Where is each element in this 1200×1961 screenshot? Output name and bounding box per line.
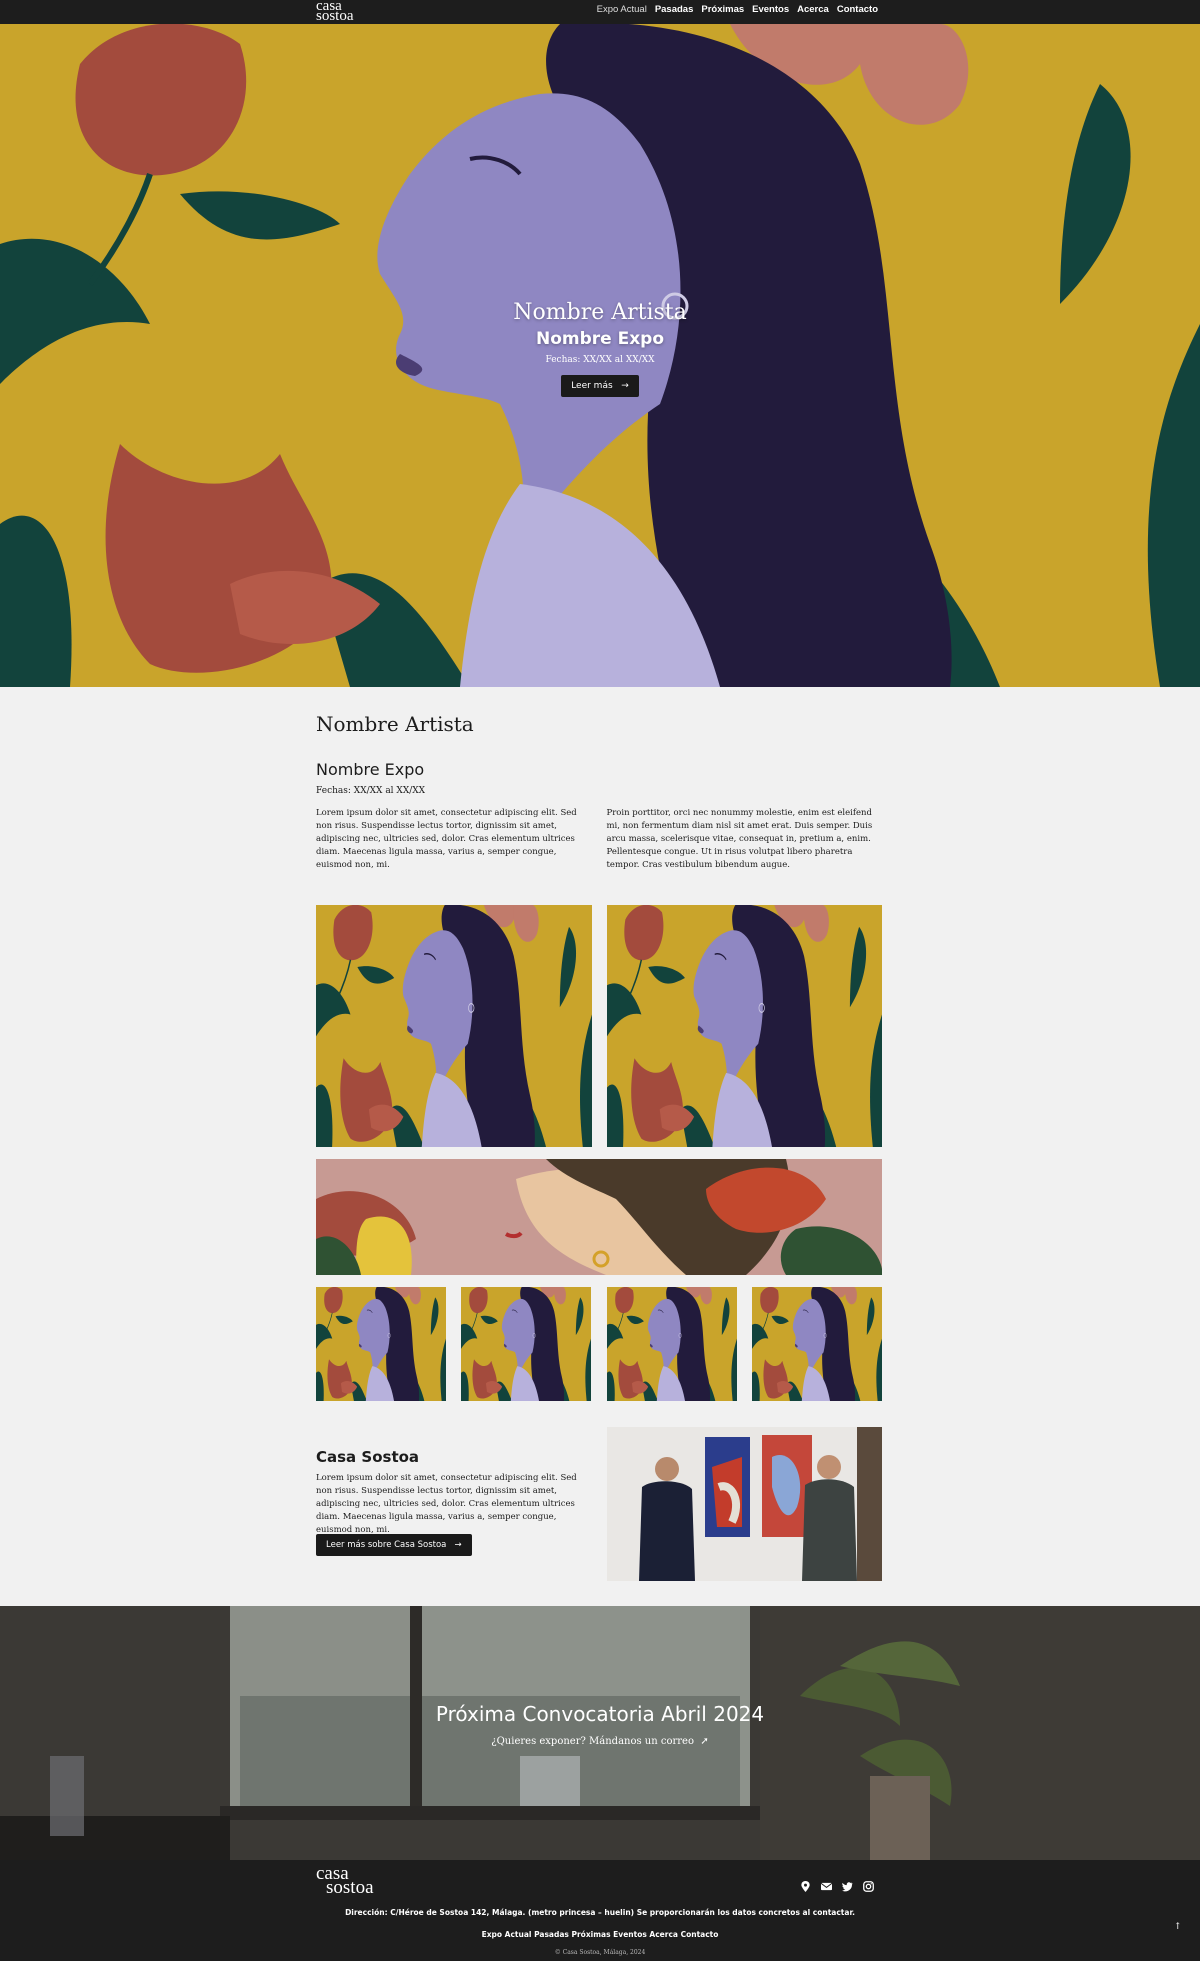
logo-line-2: sostoa bbox=[316, 8, 354, 24]
social-icons bbox=[800, 1877, 874, 1892]
envelope-icon[interactable] bbox=[820, 1877, 833, 1891]
site-logo[interactable]: casa sostoa bbox=[316, 0, 376, 24]
hero-expo-name: Nombre Expo bbox=[535, 329, 665, 349]
footer-logo[interactable]: casa sostoa bbox=[316, 1864, 374, 1897]
paper-plane-icon: ➚ bbox=[697, 1736, 709, 1747]
hero-read-more-label: Leer más bbox=[571, 381, 613, 391]
hero-dates: Fechas: XX/XX al XX/XX bbox=[545, 355, 655, 365]
nav-link-pasadas[interactable]: Pasadas bbox=[655, 4, 694, 15]
section-artist-title: Nombre Artista bbox=[316, 712, 474, 736]
nav-link-contacto[interactable]: Contacto bbox=[837, 4, 878, 15]
gallery-thumb-1[interactable] bbox=[316, 1287, 446, 1401]
about-text: Lorem ipsum dolor sit amet, consectetur … bbox=[316, 1473, 577, 1535]
arrow-right-icon: → bbox=[615, 381, 629, 391]
footer-copyright: © Casa Sostoa, Málaga, 2024 bbox=[554, 1949, 646, 1956]
call-banner: Próxima Convocatoria Abril 2024 ¿Quieres… bbox=[0, 1606, 1200, 1860]
section-dates: Fechas: XX/XX al XX/XX bbox=[316, 786, 426, 796]
call-background-photo bbox=[0, 1606, 1200, 1860]
nav-link-acerca[interactable]: Acerca bbox=[797, 4, 829, 15]
call-subtitle-row[interactable]: ¿Quieres exponer? Mándanos un correo ➚ bbox=[0, 1736, 1200, 1747]
description-column-1: Lorem ipsum dolor sit amet, consectetur … bbox=[316, 808, 577, 870]
about-read-more-button[interactable]: Leer más sobre Casa Sostoa → bbox=[316, 1534, 472, 1556]
arrow-right-icon: → bbox=[449, 1540, 462, 1550]
instagram-icon[interactable] bbox=[863, 1877, 874, 1892]
founders-photo bbox=[607, 1427, 882, 1581]
description-column-2: Proin porttitor, orci nec nonummy molest… bbox=[606, 808, 873, 870]
nav-link-eventos[interactable]: Eventos bbox=[752, 4, 789, 15]
gallery-image-wide[interactable] bbox=[316, 1159, 882, 1275]
footer: casa sostoa Dirección: C/Héroe de Sostoa… bbox=[0, 1860, 1200, 1961]
hero-read-more-button[interactable]: Leer más → bbox=[561, 375, 639, 397]
top-navbar: casa sostoa Expo Actual Pasadas Próximas… bbox=[0, 0, 1200, 24]
call-subtitle: ¿Quieres exponer? Mándanos un correo bbox=[491, 1736, 694, 1747]
about-read-more-label: Leer más sobre Casa Sostoa bbox=[326, 1540, 447, 1550]
gallery-thumb-2[interactable] bbox=[461, 1287, 591, 1401]
section-expo-title: Nombre Expo bbox=[316, 760, 425, 779]
gallery-image-1[interactable] bbox=[316, 905, 592, 1147]
hero-text-block: Nombre Artista Nombre Expo Fechas: XX/XX… bbox=[0, 300, 1200, 397]
nav-link-expo-actual[interactable]: Expo Actual bbox=[597, 4, 647, 15]
nav-link-proximas[interactable]: Próximas bbox=[701, 4, 744, 15]
footer-links[interactable]: Expo Actual Pasadas Próximas Eventos Ace… bbox=[0, 1930, 1200, 1939]
exhibition-description: Lorem ipsum dolor sit amet, consectetur … bbox=[316, 807, 882, 872]
gallery-thumb-3[interactable] bbox=[607, 1287, 737, 1401]
footer-address: Dirección: C/Héroe de Sostoa 142, Málaga… bbox=[345, 1908, 855, 1917]
back-to-top-button[interactable]: ↑ bbox=[1174, 1922, 1182, 1932]
gallery-thumb-4[interactable] bbox=[752, 1287, 882, 1401]
call-title: Próxima Convocatoria Abril 2024 bbox=[435, 1702, 765, 1726]
map-pin-icon[interactable] bbox=[800, 1877, 811, 1892]
nav-links: Expo Actual Pasadas Próximas Eventos Ace… bbox=[597, 4, 878, 15]
gallery-image-2[interactable] bbox=[607, 905, 882, 1147]
about-title: Casa Sostoa bbox=[316, 1448, 420, 1466]
hero-artist-name: Nombre Artista bbox=[513, 300, 687, 325]
twitter-icon[interactable] bbox=[842, 1877, 853, 1892]
